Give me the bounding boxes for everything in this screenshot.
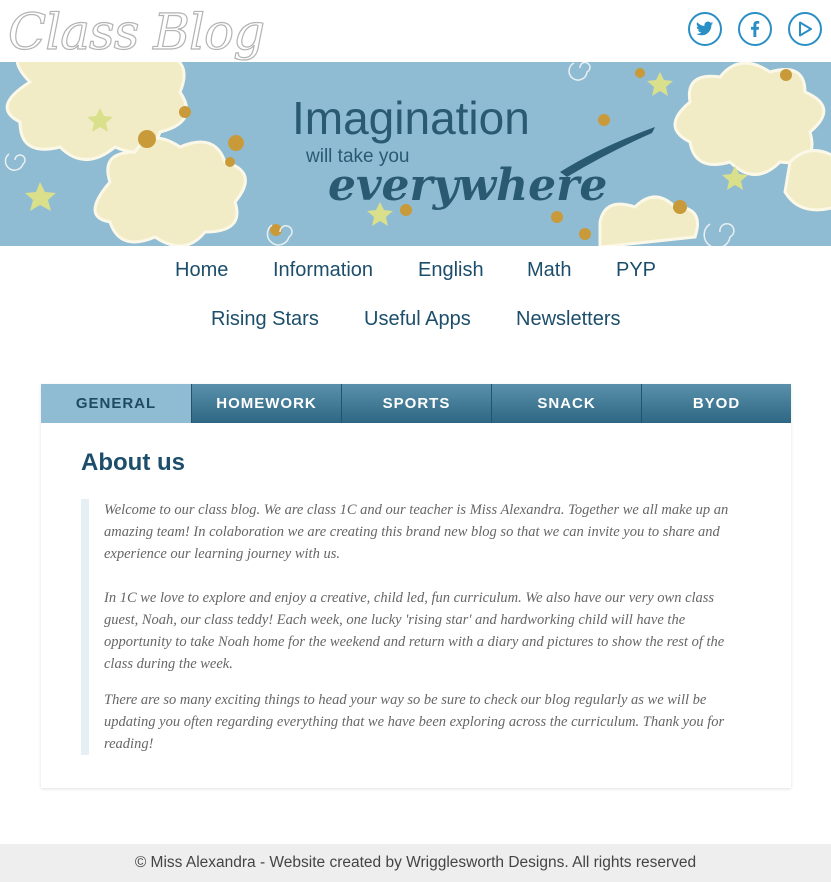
twitter-icon[interactable] xyxy=(688,12,722,46)
banner-illustration xyxy=(4,62,831,246)
nav-useful-apps[interactable]: Useful Apps xyxy=(364,308,471,331)
about-paragraph-3: There are so many exciting things to hea… xyxy=(104,692,725,752)
tab-sports[interactable]: SPORTS xyxy=(341,384,491,423)
hero-banner: Imagination will take you everywhere xyxy=(0,62,831,246)
nav-newsletters[interactable]: Newsletters xyxy=(516,308,620,331)
youtube-icon[interactable] xyxy=(788,12,822,46)
main-nav: Home Information English Math PYP Rising… xyxy=(0,246,831,356)
nav-information[interactable]: Information xyxy=(273,259,373,282)
tab-snack[interactable]: SNACK xyxy=(491,384,641,423)
footer: © Miss Alexandra - Website created by Wr… xyxy=(0,844,831,882)
nav-home[interactable]: Home xyxy=(175,259,228,282)
about-paragraph-2: In 1C we love to explore and enjoy a cre… xyxy=(104,590,725,672)
tab-general[interactable]: GENERAL xyxy=(41,384,191,423)
about-paragraph-1: Welcome to our class blog. We are class … xyxy=(104,502,729,562)
tab-bar: GENERAL HOMEWORK SPORTS SNACK BYOD xyxy=(41,384,791,423)
footer-text: © Miss Alexandra - Website created by Wr… xyxy=(134,854,697,871)
about-heading: About us xyxy=(81,449,185,476)
about-blockquote: Welcome to our class blog. We are class … xyxy=(81,499,749,755)
nav-math[interactable]: Math xyxy=(527,259,571,282)
tab-byod[interactable]: BYOD xyxy=(641,384,791,423)
nav-rising-stars[interactable]: Rising Stars xyxy=(211,308,319,331)
banner-line-3: everywhere xyxy=(328,160,608,211)
banner-line-1: Imagination xyxy=(292,92,530,144)
tabs-panel: GENERAL HOMEWORK SPORTS SNACK BYOD About… xyxy=(41,384,791,788)
header: Class Blog xyxy=(0,0,831,62)
nav-english[interactable]: English xyxy=(418,259,484,282)
nav-pyp[interactable]: PYP xyxy=(616,259,656,282)
facebook-icon[interactable] xyxy=(738,12,772,46)
site-logo[interactable]: Class Blog xyxy=(7,2,265,62)
tab-homework[interactable]: HOMEWORK xyxy=(191,384,341,423)
